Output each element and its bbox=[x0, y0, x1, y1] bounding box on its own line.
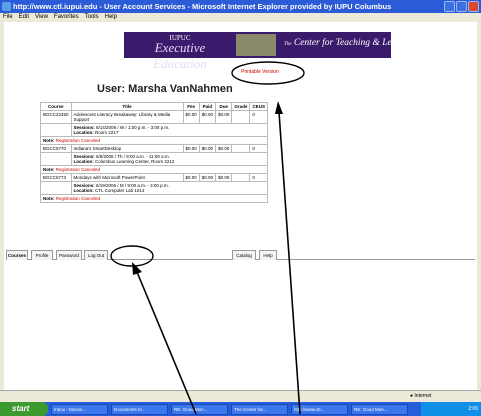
logout-circle bbox=[110, 245, 154, 267]
arrow-head-logout bbox=[132, 262, 142, 275]
printable-circle bbox=[231, 61, 305, 85]
arrow-line-logout bbox=[136, 271, 197, 415]
arrow-head-printable bbox=[275, 101, 283, 114]
annotation-overlay bbox=[110, 61, 305, 415]
arrow-line-printable bbox=[278, 111, 301, 415]
